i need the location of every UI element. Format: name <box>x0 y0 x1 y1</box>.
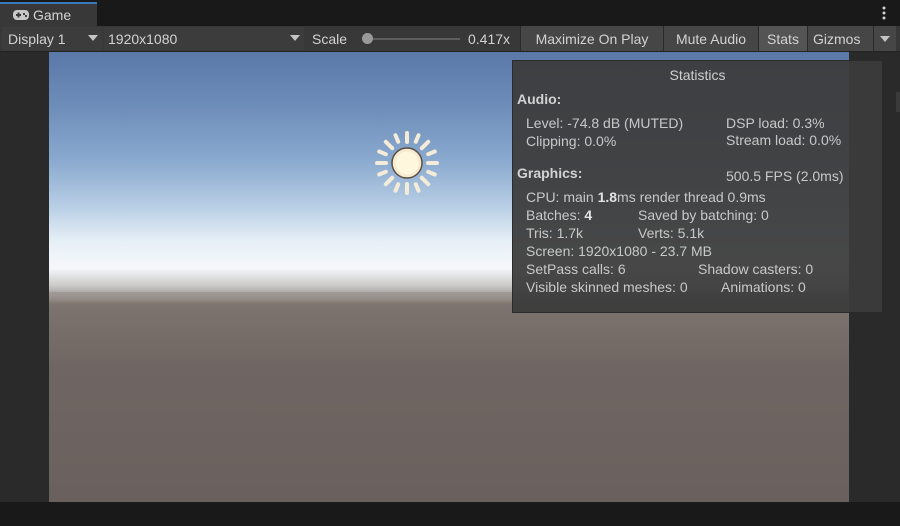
setpass-calls: SetPass calls: 6 <box>526 261 626 277</box>
more-options-icon[interactable] <box>882 6 886 20</box>
screen-info: Screen: 1920x1080 - 23.7 MB <box>526 243 713 259</box>
scale-label: Scale <box>312 31 348 47</box>
chevron-down-icon <box>290 35 300 41</box>
dsp-load: DSP load: 0.3% <box>726 115 825 131</box>
visible-skinned-meshes: Visible skinned meshes: 0 <box>526 279 688 295</box>
gamepad-icon <box>13 10 29 20</box>
maximize-on-play-label: Maximize On Play <box>535 30 649 47</box>
tab-label: Game <box>33 7 72 23</box>
shadow-casters: Shadow casters: 0 <box>698 261 814 277</box>
gizmos-label: Gizmos <box>813 30 861 47</box>
audio-heading: Audio: <box>517 91 562 107</box>
display-dropdown[interactable]: Display 1 <box>2 27 102 50</box>
cpu-timing-suffix: ms render thread 0.9ms <box>617 189 766 205</box>
batches-value: 4 <box>584 207 593 223</box>
scale-value: 0.417x <box>468 31 511 47</box>
sun-icon <box>375 131 439 195</box>
mute-audio-label: Mute Audio <box>675 30 747 47</box>
mute-audio-toggle[interactable]: Mute Audio <box>663 26 758 51</box>
audio-clipping: Clipping: 0.0% <box>526 133 617 149</box>
audio-level: Level: -74.8 dB (MUTED) <box>526 115 684 131</box>
statistics-panel: Statistics Audio: Level: -74.8 dB (MUTED… <box>512 60 883 313</box>
tab-game[interactable]: Game <box>0 2 97 26</box>
game-toolbar: Display 1 1920x1080 Scale 0.417x Maximiz… <box>0 26 900 52</box>
fps-readout: 500.5 FPS (2.0ms) <box>726 168 844 184</box>
stream-load: Stream load: 0.0% <box>726 132 842 148</box>
resolution-dropdown[interactable]: 1920x1080 <box>104 27 304 50</box>
scale-slider-track[interactable] <box>364 38 460 40</box>
statistics-title: Statistics <box>669 67 726 83</box>
stats-toggle[interactable]: Stats <box>758 26 807 51</box>
gizmos-dropdown-button[interactable] <box>873 26 896 51</box>
maximize-on-play-toggle[interactable]: Maximize On Play <box>520 26 663 51</box>
gizmos-toggle[interactable]: Gizmos <box>807 26 873 51</box>
tris: Tris: 1.7k <box>526 225 584 241</box>
bottom-bar <box>0 502 900 526</box>
tab-bar: Game <box>0 0 900 26</box>
chevron-down-icon <box>880 35 890 42</box>
display-dropdown-label: Display 1 <box>8 30 66 47</box>
resolution-dropdown-label: 1920x1080 <box>108 30 178 47</box>
resize-handle[interactable] <box>896 92 900 112</box>
verts: Verts: 5.1k <box>638 225 705 241</box>
cpu-main-value: 1.8 <box>597 189 618 205</box>
animations: Animations: 0 <box>721 279 806 295</box>
stats-label: Stats <box>767 30 799 47</box>
batches-prefix: Batches: <box>526 207 585 223</box>
graphics-heading: Graphics: <box>517 165 583 181</box>
cpu-timing: CPU: main 1.8ms render thread 0.9ms <box>526 189 766 205</box>
batches: Batches: 4 <box>526 207 592 223</box>
chevron-down-icon <box>88 35 98 41</box>
saved-by-batching: Saved by batching: 0 <box>638 207 769 223</box>
scale-slider-handle[interactable] <box>362 33 373 44</box>
cpu-timing-prefix: CPU: main <box>526 189 598 205</box>
game-window: Game Display 1 1920x1080 Scale 0.417x Ma… <box>0 0 900 526</box>
